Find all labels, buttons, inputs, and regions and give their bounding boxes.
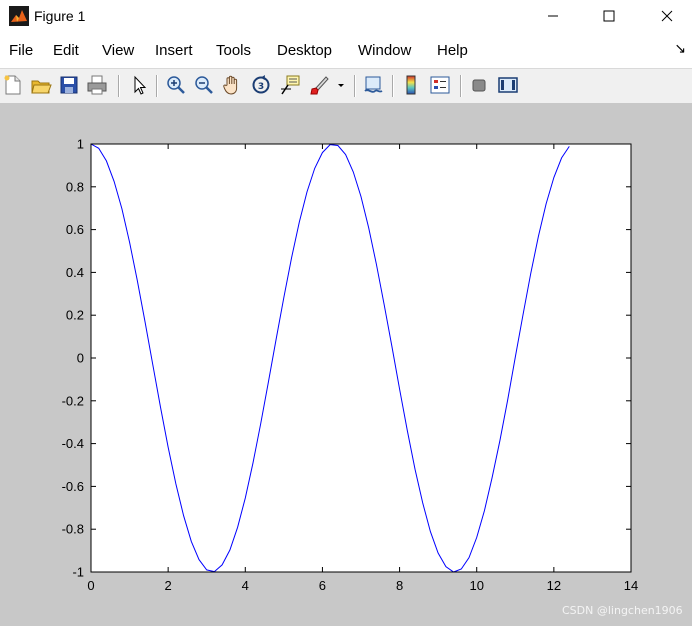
menu-desktop[interactable]: Desktop [277,42,332,59]
x-tick-label: 10 [469,578,483,593]
zoom-in-icon[interactable] [165,74,187,96]
menu-view[interactable]: View [102,42,134,59]
figure-window: Figure 1 File Edit View Insert Tools Des… [0,0,692,626]
window-title: Figure 1 [34,8,86,24]
link-plot-icon[interactable] [362,74,384,96]
x-tick-label: 0 [87,578,94,593]
close-button[interactable] [644,0,690,32]
menu-window[interactable]: Window [358,42,411,59]
data-cursor-icon[interactable] [279,74,301,96]
menu-help[interactable]: Help [437,42,468,59]
menu-edit[interactable]: Edit [53,42,79,59]
close-icon [661,10,673,22]
menu-file[interactable]: File [9,42,33,59]
maximize-icon [603,10,615,22]
y-tick-label: -0.2 [62,393,84,408]
minimize-icon [548,15,558,17]
y-tick-label: -0.6 [62,479,84,494]
brush-dropdown-icon[interactable] [335,74,347,96]
x-tick-label: 12 [547,578,561,593]
y-tick-label: -0.8 [62,522,84,537]
maximize-button[interactable] [586,0,632,32]
menu-insert[interactable]: Insert [155,42,193,59]
svg-text:3: 3 [258,82,264,92]
y-tick-label: -0.4 [62,436,84,451]
menu-bar: File Edit View Insert Tools Desktop Wind… [0,36,692,66]
y-tick-label: -1 [72,565,84,580]
y-tick-label: 1 [77,137,84,152]
watermark-text: CSDN @lingchen1906 [562,604,683,617]
open-file-icon[interactable] [30,74,52,96]
matlab-figure-icon [9,6,29,26]
new-figure-icon[interactable] [2,74,24,96]
y-tick-label: 0 [77,351,84,366]
save-icon[interactable] [58,74,80,96]
colorbar-icon[interactable] [400,74,422,96]
toolbar-separator [118,75,120,97]
toolbar-separator [392,75,394,97]
show-plot-tools-icon[interactable] [497,74,519,96]
pan-hand-icon[interactable] [221,74,243,96]
rotate-3d-icon[interactable]: 3 [250,74,272,96]
brush-icon[interactable] [308,74,330,96]
hide-plot-tools-icon[interactable] [468,74,490,96]
x-tick-label: 6 [319,578,326,593]
plot-axes[interactable]: 0 2 4 6 8 10 12 14 1 0.8 0.6 0.4 0.2 0 -0.2 -0.4 -0.6 -0… [0,103,692,626]
y-tick-label: 0.8 [66,179,84,194]
toolbar-separator [156,75,158,97]
y-tick-label: 0.4 [66,265,84,280]
x-tick-label: 2 [165,578,172,593]
legend-icon[interactable] [429,74,451,96]
menu-tools[interactable]: Tools [216,42,251,59]
toolbar: 3 [0,68,692,104]
toolbar-separator [354,75,356,97]
toolbar-separator [460,75,462,97]
axes-background [91,144,631,572]
minimize-button[interactable] [530,0,576,32]
menu-overflow-icon[interactable]: ↘ [674,40,686,57]
x-tick-label: 8 [396,578,403,593]
title-bar[interactable]: Figure 1 [0,0,692,34]
edit-plot-arrow-icon[interactable] [128,74,150,96]
print-icon[interactable] [86,74,108,96]
x-tick-label: 4 [242,578,249,593]
y-tick-label: 0.6 [66,222,84,237]
x-tick-label: 14 [624,578,638,593]
zoom-out-icon[interactable] [193,74,215,96]
y-tick-label: 0.2 [66,308,84,323]
